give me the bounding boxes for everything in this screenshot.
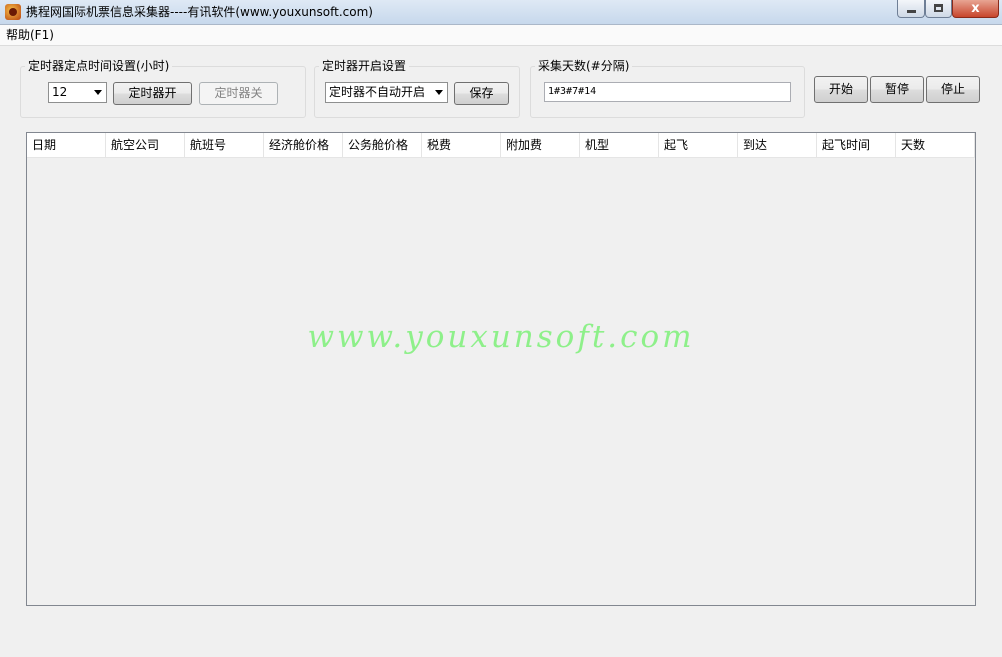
app-icon xyxy=(5,4,21,20)
column-header-departure[interactable]: 起飞 xyxy=(659,133,738,157)
column-header-date[interactable]: 日期 xyxy=(27,133,106,157)
minimize-button[interactable] xyxy=(897,0,925,18)
title-bar[interactable]: 携程网国际机票信息采集器----有讯软件(www.youxunsoft.com)… xyxy=(0,0,1002,25)
column-header-tax[interactable]: 税费 xyxy=(422,133,501,157)
pause-button[interactable]: 暂停 xyxy=(870,76,924,103)
hour-select-value: 12 xyxy=(52,85,68,99)
collect-days-value: 1#3#7#14 xyxy=(548,86,597,97)
results-table[interactable]: 日期 航空公司 航班号 经济舱价格 公务舱价格 税费 附加费 机型 起飞 到达 … xyxy=(26,132,976,606)
menu-bar: 帮助(F1) xyxy=(0,25,1002,46)
maximize-icon xyxy=(934,4,943,12)
column-header-aircraft[interactable]: 机型 xyxy=(580,133,659,157)
timer-on-button[interactable]: 定时器开 xyxy=(113,82,192,105)
column-header-days[interactable]: 天数 xyxy=(896,133,975,157)
menu-help[interactable]: 帮助(F1) xyxy=(6,27,54,43)
timer-mode-select[interactable]: 定时器不自动开启 xyxy=(325,82,448,103)
hour-select[interactable]: 12 xyxy=(48,82,107,103)
column-header-business-price[interactable]: 公务舱价格 xyxy=(343,133,422,157)
timer-start-legend: 定时器开启设置 xyxy=(319,59,410,73)
window-title: 携程网国际机票信息采集器----有讯软件(www.youxunsoft.com) xyxy=(26,5,373,19)
collect-days-legend: 采集天数(#分隔) xyxy=(535,59,633,73)
column-header-airline[interactable]: 航空公司 xyxy=(106,133,185,157)
close-icon: x xyxy=(971,1,980,16)
timer-time-legend: 定时器定点时间设置(小时) xyxy=(25,59,173,73)
save-button[interactable]: 保存 xyxy=(454,82,509,105)
timer-off-button[interactable]: 定时器关 xyxy=(199,82,278,105)
column-header-arrival[interactable]: 到达 xyxy=(738,133,817,157)
watermark-text: www.youxunsoft.com xyxy=(307,319,695,355)
chevron-down-icon xyxy=(435,90,443,95)
column-header-surcharge[interactable]: 附加费 xyxy=(501,133,580,157)
timer-mode-value: 定时器不自动开启 xyxy=(329,85,426,99)
start-button[interactable]: 开始 xyxy=(814,76,868,103)
maximize-button[interactable] xyxy=(925,0,952,18)
table-header: 日期 航空公司 航班号 经济舱价格 公务舱价格 税费 附加费 机型 起飞 到达 … xyxy=(27,133,975,158)
collect-days-input[interactable]: 1#3#7#14 xyxy=(544,82,791,102)
column-header-economy-price[interactable]: 经济舱价格 xyxy=(264,133,343,157)
close-button[interactable]: x xyxy=(952,0,999,18)
stop-button[interactable]: 停止 xyxy=(926,76,980,103)
minimize-icon xyxy=(907,10,916,13)
column-header-departure-time[interactable]: 起飞时间 xyxy=(817,133,896,157)
column-header-flight-no[interactable]: 航班号 xyxy=(185,133,264,157)
chevron-down-icon xyxy=(94,90,102,95)
